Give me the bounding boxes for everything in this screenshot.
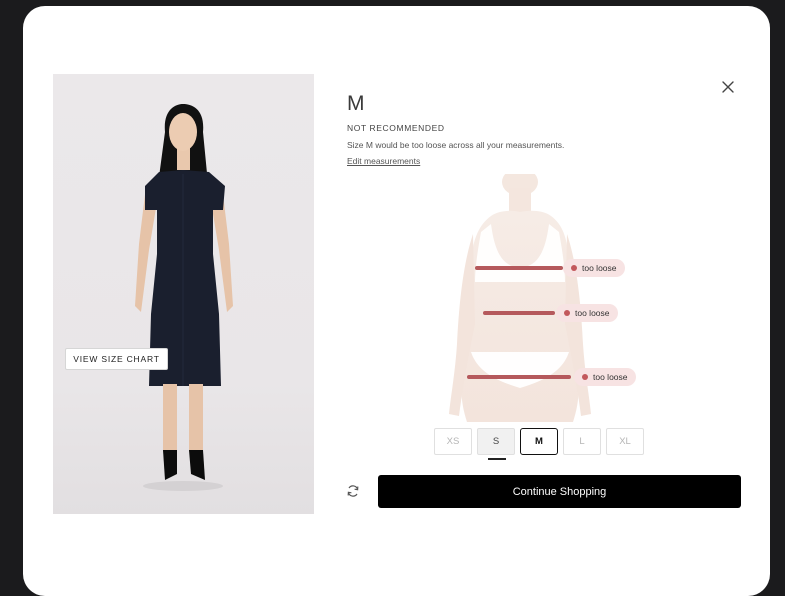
fit-tag-label: too loose <box>593 372 628 382</box>
measurement-lines <box>467 266 571 379</box>
fit-dot-icon <box>571 265 577 271</box>
waist-fit-tag: too loose <box>556 304 618 322</box>
fit-dot-icon <box>564 310 570 316</box>
size-option-m[interactable]: M <box>520 428 558 455</box>
fit-dot-icon <box>582 374 588 380</box>
recommended-size-title: M <box>347 92 365 115</box>
bust-fit-tag: too loose <box>563 259 625 277</box>
size-option-s[interactable]: S <box>477 428 515 460</box>
edit-measurements-link[interactable]: Edit measurements <box>347 156 420 166</box>
product-image <box>53 74 314 514</box>
size-recommendation-modal: VIEW SIZE CHART M NOT RECOMMENDED Size M… <box>23 6 770 596</box>
size-option-xs[interactable]: XS <box>434 428 472 455</box>
size-selector: XS S M L XL <box>434 428 644 460</box>
fit-tag-label: too loose <box>575 308 610 318</box>
continue-shopping-button[interactable]: Continue Shopping <box>378 475 741 508</box>
fit-description: Size M would be too loose across all you… <box>347 140 565 150</box>
size-option-l[interactable]: L <box>563 428 601 455</box>
hips-fit-tag: too loose <box>574 368 636 386</box>
recommendation-status: NOT RECOMMENDED <box>347 123 445 133</box>
close-icon[interactable] <box>719 78 737 96</box>
size-option-xl[interactable]: XL <box>606 428 644 455</box>
fit-tag-label: too loose <box>582 263 617 273</box>
model-illustration <box>135 104 233 491</box>
refresh-icon[interactable] <box>346 484 360 498</box>
view-size-chart-button[interactable]: VIEW SIZE CHART <box>65 348 168 370</box>
